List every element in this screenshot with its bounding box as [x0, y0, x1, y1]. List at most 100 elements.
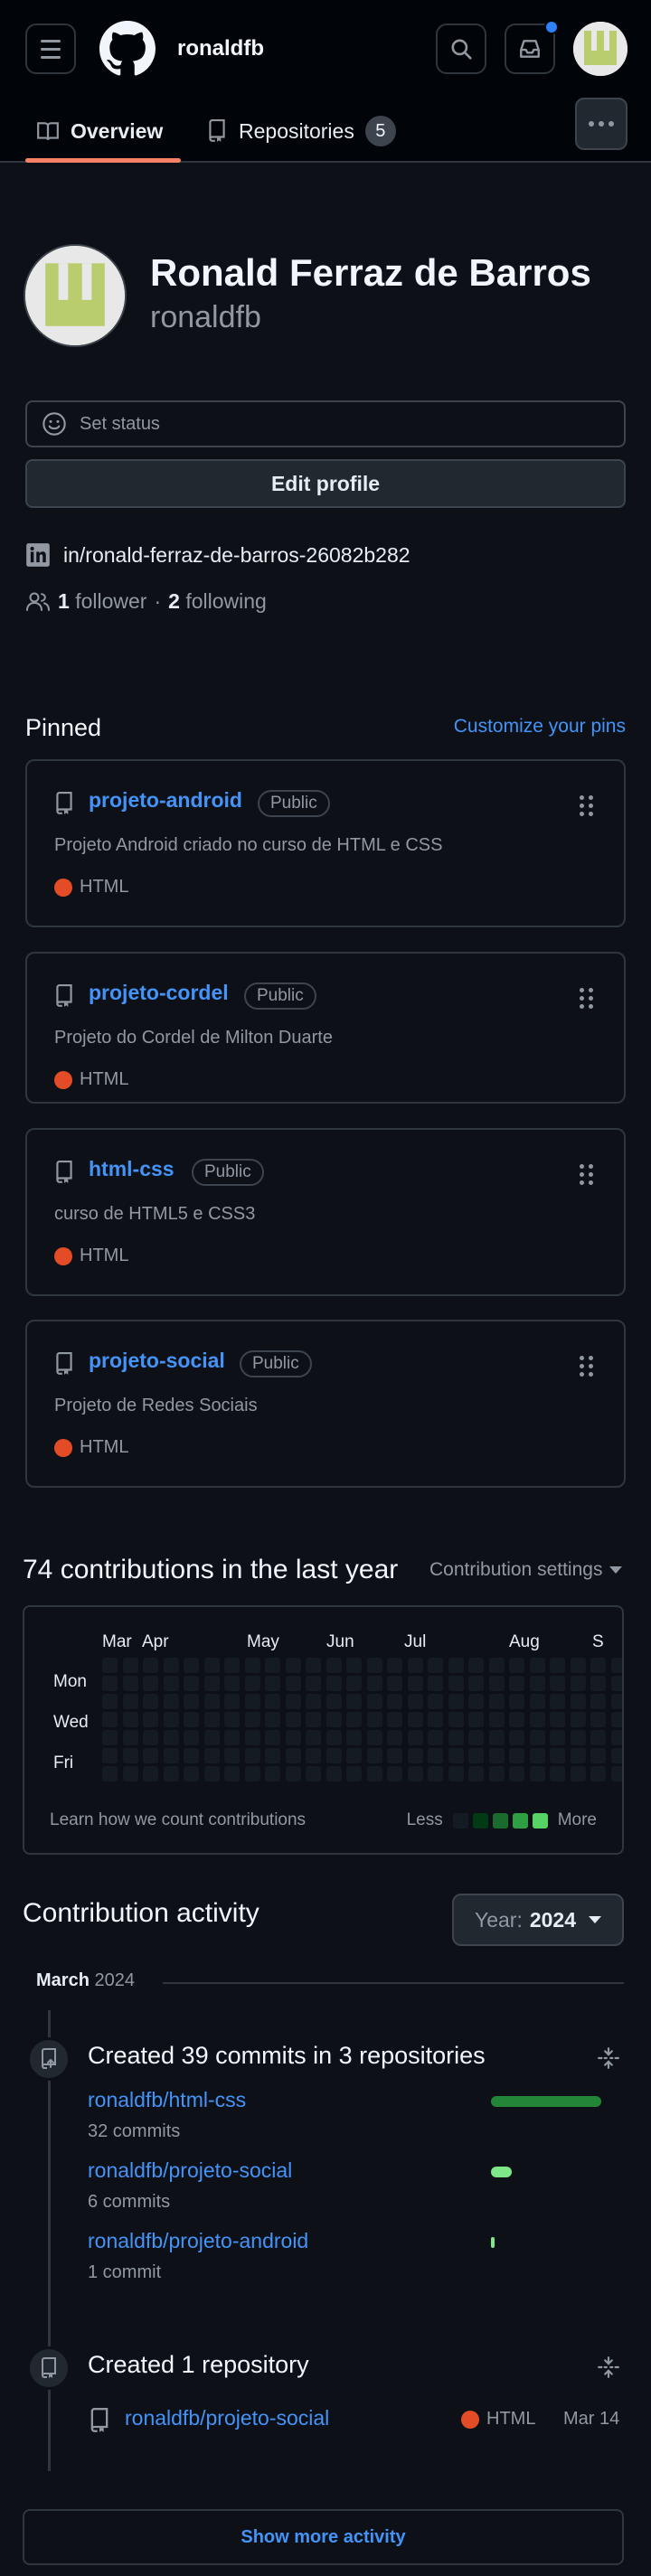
contribution-day[interactable] — [366, 1748, 382, 1763]
contribution-day[interactable] — [610, 1694, 622, 1709]
contribution-day[interactable] — [346, 1766, 362, 1782]
contribution-day[interactable] — [346, 1748, 362, 1763]
contribution-day[interactable] — [590, 1766, 606, 1782]
contribution-day[interactable] — [326, 1712, 342, 1727]
contribution-day[interactable] — [326, 1730, 342, 1745]
contribution-day[interactable] — [366, 1766, 382, 1782]
contribution-day[interactable] — [509, 1766, 524, 1782]
contribution-day[interactable] — [326, 1766, 342, 1782]
contribution-day[interactable] — [326, 1676, 342, 1691]
contribution-day[interactable] — [203, 1694, 220, 1709]
contribution-day[interactable] — [509, 1676, 524, 1691]
contribution-day[interactable] — [550, 1712, 565, 1727]
contribution-day[interactable] — [203, 1712, 220, 1727]
contribution-day[interactable] — [143, 1712, 158, 1727]
contribution-day[interactable] — [143, 1730, 158, 1745]
pinned-repo-link[interactable]: projeto-social — [89, 1349, 225, 1373]
contribution-day[interactable] — [143, 1694, 158, 1709]
contribution-day[interactable] — [244, 1658, 260, 1673]
contribution-day[interactable] — [203, 1676, 220, 1691]
contribution-day[interactable] — [590, 1712, 606, 1727]
grabber-icon[interactable] — [580, 795, 593, 816]
contribution-day[interactable] — [224, 1676, 240, 1691]
contribution-day[interactable] — [529, 1730, 545, 1745]
repo-created-summary[interactable]: Created 1 repository — [88, 2351, 309, 2379]
grabber-icon[interactable] — [580, 1164, 593, 1185]
contribution-day[interactable] — [244, 1712, 260, 1727]
contribution-day[interactable] — [529, 1748, 545, 1763]
contribution-day[interactable] — [387, 1712, 402, 1727]
contribution-day[interactable] — [407, 1694, 423, 1709]
pinned-repo-link[interactable]: projeto-cordel — [89, 981, 229, 1005]
learn-contributions-link[interactable]: Learn how we count contributions — [50, 1810, 306, 1830]
edit-profile-button[interactable]: Edit profile — [25, 459, 626, 508]
contribution-day[interactable] — [488, 1658, 505, 1673]
contribution-day[interactable] — [244, 1730, 260, 1745]
contribution-day[interactable] — [102, 1712, 118, 1727]
contribution-day[interactable] — [366, 1658, 382, 1673]
contribution-day[interactable] — [366, 1730, 382, 1745]
contribution-day[interactable] — [488, 1748, 505, 1763]
contribution-day[interactable] — [428, 1730, 443, 1745]
contribution-day[interactable] — [610, 1676, 622, 1691]
contribution-day[interactable] — [203, 1748, 220, 1763]
commit-repo-link[interactable]: ronaldfb/projeto-android — [88, 2229, 308, 2253]
contribution-day[interactable] — [184, 1712, 199, 1727]
contribution-day[interactable] — [590, 1748, 606, 1763]
contribution-day[interactable] — [387, 1748, 402, 1763]
linkedin-link[interactable]: in/ronald-ferraz-de-barros-26082b282 — [25, 542, 410, 568]
contribution-day[interactable] — [387, 1694, 402, 1709]
tab-repositories[interactable]: Repositories 5 — [206, 99, 396, 163]
contribution-day[interactable] — [265, 1712, 280, 1727]
contribution-day[interactable] — [102, 1748, 118, 1763]
search-button[interactable] — [436, 24, 486, 74]
contribution-day[interactable] — [265, 1748, 280, 1763]
contribution-day[interactable] — [610, 1730, 622, 1745]
contribution-day[interactable] — [326, 1694, 342, 1709]
contribution-day[interactable] — [610, 1766, 622, 1782]
contribution-day[interactable] — [122, 1748, 138, 1763]
contribution-day[interactable] — [428, 1766, 443, 1782]
commits-summary[interactable]: Created 39 commits in 3 repositories — [88, 2042, 486, 2070]
contribution-day[interactable] — [448, 1658, 464, 1673]
contribution-day[interactable] — [610, 1748, 622, 1763]
contribution-day[interactable] — [590, 1730, 606, 1745]
contribution-day[interactable] — [488, 1766, 505, 1782]
contribution-day[interactable] — [407, 1730, 423, 1745]
contribution-day[interactable] — [468, 1712, 484, 1727]
contribution-day[interactable] — [570, 1694, 586, 1709]
contribution-day[interactable] — [285, 1748, 301, 1763]
contribution-day[interactable] — [285, 1712, 301, 1727]
contribution-day[interactable] — [184, 1658, 199, 1673]
contribution-day[interactable] — [184, 1694, 199, 1709]
contribution-day[interactable] — [143, 1766, 158, 1782]
profile-avatar[interactable] — [24, 244, 127, 347]
contribution-day[interactable] — [488, 1712, 505, 1727]
pinned-repo-link[interactable]: projeto-android — [89, 788, 242, 813]
contribution-day[interactable] — [366, 1712, 382, 1727]
commit-repo-link[interactable]: ronaldfb/html-css — [88, 2088, 246, 2112]
set-status-button[interactable]: Set status — [25, 400, 626, 447]
contribution-day[interactable] — [448, 1748, 464, 1763]
customize-pins-link[interactable]: Customize your pins — [454, 716, 626, 738]
contribution-settings-dropdown[interactable]: Contribution settings — [429, 1559, 623, 1581]
contribution-day[interactable] — [448, 1730, 464, 1745]
contribution-day[interactable] — [407, 1748, 423, 1763]
contribution-day[interactable] — [448, 1766, 464, 1782]
contribution-day[interactable] — [550, 1766, 565, 1782]
contribution-day[interactable] — [448, 1694, 464, 1709]
contribution-day[interactable] — [529, 1658, 545, 1673]
contribution-day[interactable] — [448, 1676, 464, 1691]
contribution-day[interactable] — [326, 1748, 342, 1763]
contribution-day[interactable] — [366, 1676, 382, 1691]
contribution-day[interactable] — [184, 1676, 199, 1691]
contribution-day[interactable] — [428, 1712, 443, 1727]
contribution-day[interactable] — [570, 1712, 586, 1727]
contribution-day[interactable] — [143, 1658, 158, 1673]
contribution-day[interactable] — [122, 1658, 138, 1673]
contribution-day[interactable] — [407, 1658, 423, 1673]
contribution-day[interactable] — [102, 1694, 118, 1709]
contribution-day[interactable] — [143, 1748, 158, 1763]
contribution-day[interactable] — [285, 1694, 301, 1709]
contribution-day[interactable] — [102, 1730, 118, 1745]
